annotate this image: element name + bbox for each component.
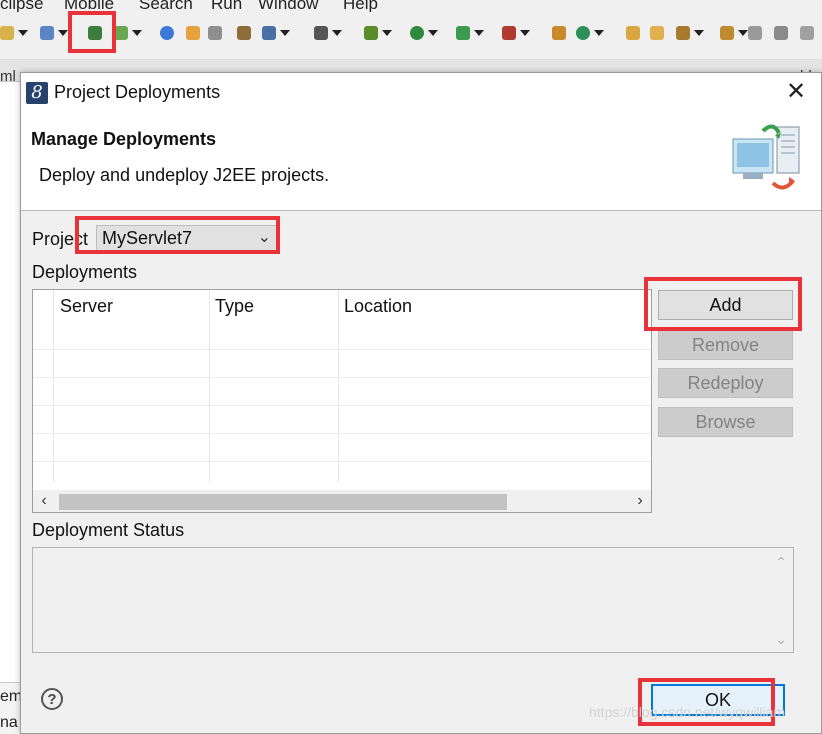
row-divider <box>33 405 651 406</box>
run-server-icon[interactable] <box>114 26 142 40</box>
deployment-status-area[interactable]: ⌃ ⌄ <box>32 547 794 653</box>
column-header-server[interactable]: Server <box>54 290 209 322</box>
remove-button[interactable]: Remove <box>658 330 793 360</box>
deployment-wizard-icon <box>732 124 800 190</box>
redeploy-button[interactable]: Redeploy <box>658 368 793 398</box>
close-icon: ✕ <box>785 78 807 105</box>
row-divider <box>33 433 651 434</box>
menu-window[interactable]: Window <box>258 0 318 12</box>
external-tools-icon[interactable] <box>502 26 530 40</box>
deployments-label: Deployments <box>32 262 138 282</box>
scroll-up-icon[interactable]: ⌃ <box>775 554 787 571</box>
column-divider <box>209 290 210 482</box>
bottom-fragment-2: na <box>0 714 18 731</box>
package-icon[interactable] <box>552 26 566 40</box>
ide-toolbar <box>0 12 822 60</box>
bottom-fragment: em <box>0 688 23 705</box>
open-type-icon[interactable] <box>626 26 640 40</box>
coverage-icon[interactable] <box>456 26 484 40</box>
row-divider <box>33 461 651 462</box>
globe-icon[interactable] <box>160 26 174 40</box>
column-header-location[interactable]: Location <box>338 290 638 322</box>
scrollbar-thumb[interactable] <box>59 494 507 510</box>
scroll-right-icon[interactable]: › <box>629 490 651 512</box>
horizontal-scrollbar[interactable]: ‹ › <box>33 490 651 512</box>
header-title: Manage Deployments <box>31 129 217 149</box>
highlight-deploy-toolbar-button <box>68 11 116 53</box>
toolbar-search-icon[interactable] <box>40 26 68 40</box>
dialog-title: Project Deployments <box>54 82 221 102</box>
camera-icon[interactable] <box>314 26 342 40</box>
scroll-left-icon[interactable]: ‹ <box>33 490 55 512</box>
watermark: https://blog.csdn.net/wyqwilliam <box>589 704 786 720</box>
row-divider <box>33 349 651 350</box>
brush-icon[interactable] <box>676 26 704 40</box>
open-folder-icon[interactable] <box>186 26 200 40</box>
link-icon[interactable] <box>720 26 748 40</box>
column-divider <box>338 290 339 482</box>
open-task-icon[interactable] <box>650 26 664 40</box>
help-icon[interactable]: ? <box>41 688 63 710</box>
deployments-table[interactable]: Server Type Location ‹ › <box>32 289 652 513</box>
menu-help[interactable]: Help <box>343 0 378 12</box>
myeclipse-logo-icon: 8 <box>26 82 48 104</box>
back-icon[interactable] <box>774 26 788 40</box>
deployment-status-label: Deployment Status <box>32 520 185 540</box>
column-header-type[interactable]: Type <box>209 290 338 322</box>
grid-icon[interactable] <box>237 26 251 40</box>
close-button[interactable]: ✕ <box>781 77 811 107</box>
header-description: Deploy and undeploy J2EE projects. <box>39 165 330 185</box>
menu-run[interactable]: Run <box>211 0 242 12</box>
menu-search[interactable]: Search <box>139 0 193 12</box>
dialog-header: Manage Deployments Deploy and undeploy J… <box>21 111 821 211</box>
forward-icon[interactable] <box>800 26 814 40</box>
project-deployments-dialog: 8 Project Deployments ✕ Manage Deploymen… <box>20 72 822 734</box>
highlight-add-button <box>644 277 802 331</box>
row-divider <box>33 377 651 378</box>
highlight-project-select <box>75 216 280 254</box>
browse-button[interactable]: Browse <box>658 407 793 437</box>
class-icon[interactable] <box>576 26 604 40</box>
dialog-titlebar: 8 Project Deployments ✕ <box>21 73 821 111</box>
column-divider <box>53 290 54 482</box>
toolbar-new-icon[interactable] <box>0 26 28 40</box>
debug-icon[interactable] <box>364 26 392 40</box>
annotation-icon[interactable] <box>748 26 762 40</box>
menu-eclipse[interactable]: clipse <box>0 0 43 12</box>
scroll-down-icon[interactable]: ⌄ <box>775 631 787 648</box>
ide-menubar: clipse Mobile Search Run Window Help <box>0 0 822 12</box>
web-icon[interactable] <box>262 26 290 40</box>
tool-icon[interactable] <box>208 26 222 40</box>
run-icon[interactable] <box>410 26 438 40</box>
